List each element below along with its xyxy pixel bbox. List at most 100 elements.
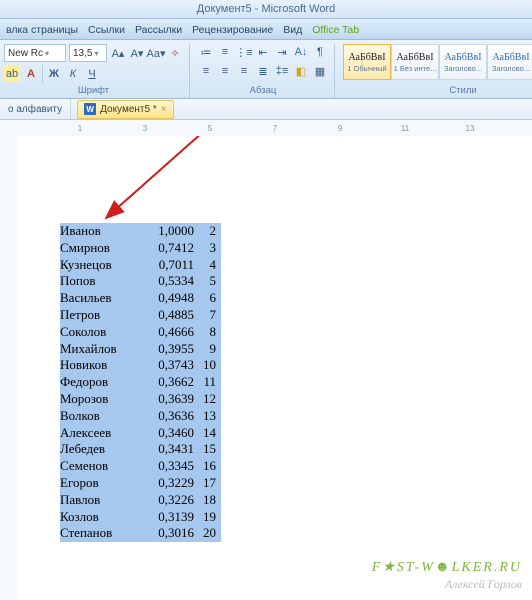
- shrink-font-icon[interactable]: A▾: [129, 45, 145, 61]
- clear-formatting-icon[interactable]: ✧: [167, 45, 183, 61]
- style-normal[interactable]: АаБбВвІ 1 Обычный: [343, 44, 391, 80]
- numbering-icon[interactable]: ≡: [217, 44, 233, 60]
- rank-cell: 17: [194, 475, 216, 492]
- value-cell: 0,3460: [138, 425, 194, 442]
- rank-cell: 5: [194, 273, 216, 290]
- show-formatting-icon[interactable]: ¶: [312, 44, 328, 60]
- change-case-icon[interactable]: Aa▾: [148, 45, 164, 61]
- rank-cell: 6: [194, 290, 216, 307]
- surname-cell: Петров: [60, 307, 138, 324]
- value-cell: 0,3743: [138, 357, 194, 374]
- surname-cell: Алексеев: [60, 425, 138, 442]
- separator: [42, 65, 43, 83]
- rank-cell: 12: [194, 391, 216, 408]
- surname-cell: Соколов: [60, 324, 138, 341]
- ribbon-tabs: влка страницы Ссылки Рассылки Рецензиров…: [0, 19, 532, 40]
- surname-cell: Лебедев: [60, 441, 138, 458]
- grow-font-icon[interactable]: A▴: [110, 45, 126, 61]
- font-size-combo[interactable]: 13,5 ▾: [69, 44, 107, 62]
- table-row[interactable]: Степанов0,3016 20: [60, 525, 221, 542]
- style-caption: Заголово...: [444, 64, 482, 73]
- surname-cell: Иванов: [60, 223, 138, 240]
- group-label-paragraph: Абзац: [198, 85, 328, 96]
- borders-icon[interactable]: ▦: [312, 63, 328, 79]
- table-row[interactable]: Иванов1,0000 2: [60, 223, 221, 240]
- tab-mailings[interactable]: Рассылки: [135, 24, 182, 36]
- ruler-mark: 1: [78, 124, 82, 133]
- font-color-icon[interactable]: A: [23, 66, 39, 82]
- value-cell: 0,3016: [138, 525, 194, 542]
- shading-icon[interactable]: ◧: [293, 63, 309, 79]
- close-icon[interactable]: ×: [161, 104, 167, 115]
- surname-cell: Попов: [60, 273, 138, 290]
- tab-office-tab[interactable]: Office Tab: [312, 24, 359, 36]
- chevron-down-icon: ▾: [45, 49, 49, 58]
- ribbon-group-paragraph: ≔ ≡ ⋮≡ ⇤ ⇥ A↓ ¶ ≡ ≡ ≡ ≣ ‡≡ ◧ ▦ Абзац: [198, 44, 335, 98]
- table-row[interactable]: Козлов0,3139 19: [60, 509, 221, 526]
- table-row[interactable]: Волков0,3636 13: [60, 408, 221, 425]
- surname-cell: Егоров: [60, 475, 138, 492]
- table-row[interactable]: Павлов0,3226 18: [60, 492, 221, 509]
- value-cell: 0,4948: [138, 290, 194, 307]
- table-row[interactable]: Смирнов0,7412 3: [60, 240, 221, 257]
- tab-view[interactable]: Вид: [283, 24, 302, 36]
- decrease-indent-icon[interactable]: ⇤: [255, 44, 271, 60]
- surname-cell: Кузнецов: [60, 257, 138, 274]
- table-row[interactable]: Алексеев0,3460 14: [60, 425, 221, 442]
- rank-cell: 2: [194, 223, 216, 240]
- selected-text[interactable]: Иванов1,0000 2Смирнов0,7412 3Кузнецов0,7…: [60, 223, 221, 542]
- vertical-ruler[interactable]: [0, 136, 19, 600]
- table-row[interactable]: Семенов0,3345 16: [60, 458, 221, 475]
- table-row[interactable]: Петров0,4885 7: [60, 307, 221, 324]
- table-row[interactable]: Михайлов0,3955 9: [60, 341, 221, 358]
- font-name-combo[interactable]: New Rc ▾: [4, 44, 66, 62]
- style-heading2[interactable]: АаБбВвІ Заголово...: [487, 44, 532, 80]
- table-row[interactable]: Лебедев0,3431 15: [60, 441, 221, 458]
- value-cell: 0,4666: [138, 324, 194, 341]
- table-row[interactable]: Попов0,5334 5: [60, 273, 221, 290]
- style-heading1[interactable]: АаБбВвІ Заголово...: [439, 44, 487, 80]
- ruler-mark: 11: [401, 124, 409, 133]
- underline-icon[interactable]: Ч: [84, 66, 100, 82]
- value-cell: 0,3639: [138, 391, 194, 408]
- table-row[interactable]: Кузнецов0,7011 4: [60, 257, 221, 274]
- table-row[interactable]: Федоров0,3662 11: [60, 374, 221, 391]
- bold-icon[interactable]: Ж: [46, 66, 62, 82]
- value-cell: 0,3229: [138, 475, 194, 492]
- rank-cell: 18: [194, 492, 216, 509]
- document-tab[interactable]: W Документ5 * ×: [77, 100, 173, 119]
- multilevel-list-icon[interactable]: ⋮≡: [236, 44, 252, 60]
- rank-cell: 14: [194, 425, 216, 442]
- surname-cell: Михайлов: [60, 341, 138, 358]
- document-tab-label: Документ5 *: [100, 104, 157, 115]
- align-right-icon[interactable]: ≡: [236, 63, 252, 79]
- tab-review[interactable]: Рецензирование: [192, 24, 273, 36]
- table-row[interactable]: Новиков0,3743 10: [60, 357, 221, 374]
- text-highlight-icon[interactable]: ab: [4, 66, 20, 82]
- table-row[interactable]: Соколов0,4666 8: [60, 324, 221, 341]
- align-center-icon[interactable]: ≡: [217, 63, 233, 79]
- bullets-icon[interactable]: ≔: [198, 44, 214, 60]
- rank-cell: 11: [194, 374, 216, 391]
- style-sample: АаБбВвІ: [396, 52, 433, 63]
- ribbon: New Rc ▾ 13,5 ▾ A▴ A▾ Aa▾ ✧ ab A Ж К Ч: [0, 40, 532, 99]
- document-page[interactable]: Иванов1,0000 2Смирнов0,7412 3Кузнецов0,7…: [18, 136, 532, 600]
- sort-icon[interactable]: A↓: [293, 44, 309, 60]
- style-no-spacing[interactable]: АаБбВвІ 1 Без инте...: [391, 44, 439, 80]
- horizontal-ruler[interactable]: 1 3 5 7 9 11 13: [0, 120, 532, 137]
- rank-cell: 4: [194, 257, 216, 274]
- italic-icon[interactable]: К: [65, 66, 81, 82]
- tab-page-layout[interactable]: влка страницы: [6, 24, 78, 36]
- rank-cell: 13: [194, 408, 216, 425]
- style-caption: 1 Обычный: [347, 64, 386, 73]
- align-left-icon[interactable]: ≡: [198, 63, 214, 79]
- tab-references[interactable]: Ссылки: [88, 24, 125, 36]
- rank-cell: 8: [194, 324, 216, 341]
- table-row[interactable]: Егоров0,3229 17: [60, 475, 221, 492]
- line-spacing-icon[interactable]: ‡≡: [274, 63, 290, 79]
- increase-indent-icon[interactable]: ⇥: [274, 44, 290, 60]
- table-row[interactable]: Васильев0,4948 6: [60, 290, 221, 307]
- surname-cell: Морозов: [60, 391, 138, 408]
- justify-icon[interactable]: ≣: [255, 63, 271, 79]
- table-row[interactable]: Морозов0,3639 12: [60, 391, 221, 408]
